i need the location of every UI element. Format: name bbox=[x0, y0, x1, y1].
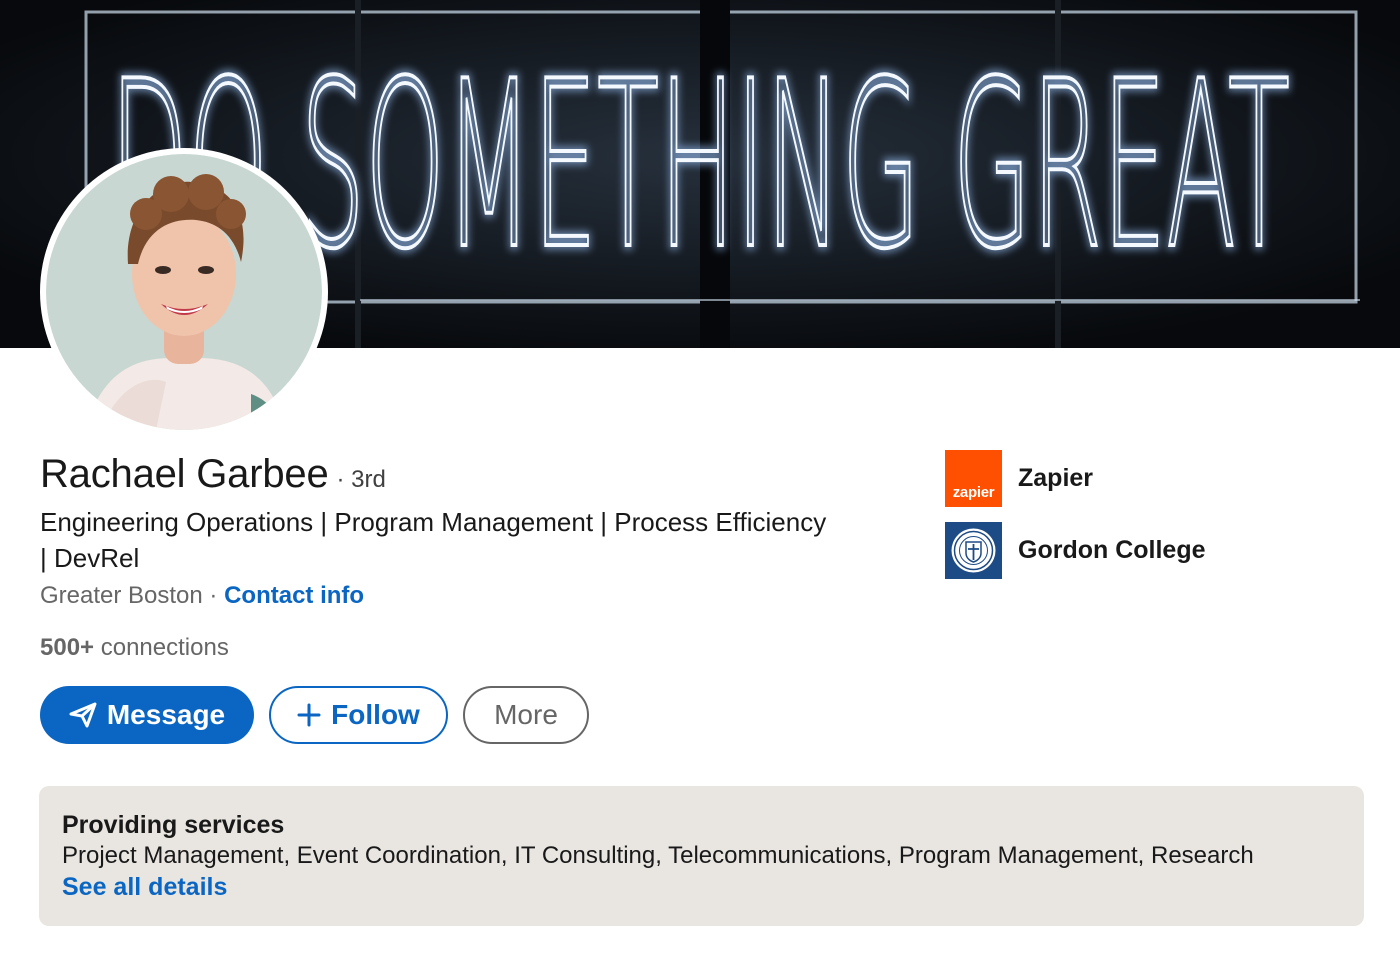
profile-name: Rachael Garbee bbox=[40, 452, 329, 496]
services-title: Providing services bbox=[62, 811, 285, 839]
contact-info-link[interactable]: Contact info bbox=[224, 582, 364, 609]
profile-headline: Engineering Operations | Program Managem… bbox=[40, 507, 827, 573]
connections-number: 500+ bbox=[40, 634, 95, 661]
connections-label: connections bbox=[94, 634, 229, 661]
plus-icon bbox=[297, 703, 321, 727]
message-button-label: Message bbox=[106, 699, 226, 730]
location-row: Greater Boston · Contact info bbox=[40, 582, 364, 610]
more-button-label: More bbox=[494, 699, 558, 730]
services-list: Project Management, Event Coordination, … bbox=[62, 842, 1254, 869]
see-all-details-link[interactable]: See all details bbox=[62, 872, 227, 902]
providing-services-panel: Providing services Project Management, E… bbox=[39, 786, 1364, 926]
connections-count[interactable]: 500+ connections bbox=[40, 634, 229, 662]
profile-avatar[interactable] bbox=[40, 148, 328, 436]
profile-card: DO SOMETHING GREAT DO SOMETHING GREAT Ra… bbox=[0, 0, 1400, 961]
follow-button-label: Follow bbox=[331, 699, 420, 730]
location-separator: · bbox=[202, 582, 225, 609]
more-button[interactable]: More bbox=[463, 686, 589, 744]
message-button[interactable]: Message bbox=[40, 686, 254, 744]
profile-photo bbox=[46, 154, 322, 430]
connection-degree: · 3rd bbox=[336, 466, 386, 493]
send-icon bbox=[69, 702, 97, 728]
zapier-logo: zapier bbox=[945, 450, 1002, 507]
gordon-college-seal-icon bbox=[945, 522, 1002, 579]
company-name: Zapier bbox=[1018, 464, 1094, 492]
profile-actions: Message Follow More bbox=[40, 686, 589, 744]
current-company-zapier[interactable]: zapier Zapier bbox=[945, 450, 1093, 507]
school-name: Gordon College bbox=[1018, 536, 1206, 564]
follow-button[interactable]: Follow bbox=[269, 686, 448, 744]
name-row: Rachael Garbee · 3rd bbox=[40, 452, 386, 497]
profile-location: Greater Boston bbox=[40, 582, 203, 609]
education-gordon-college[interactable]: Gordon College bbox=[945, 522, 1206, 579]
